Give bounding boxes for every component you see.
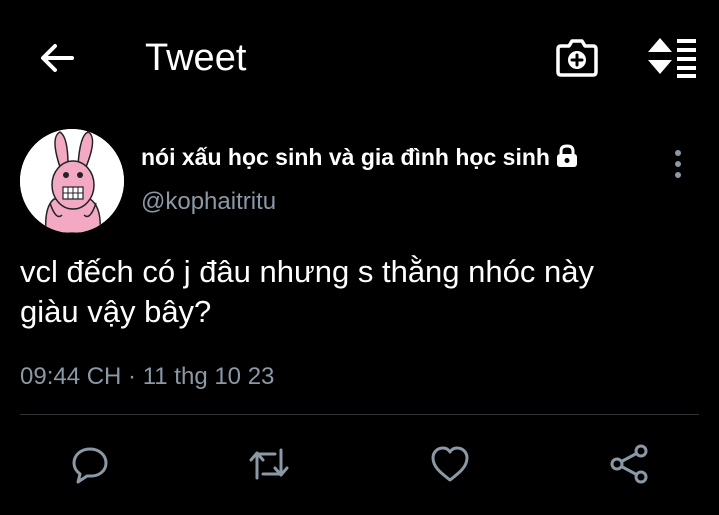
author-display-name[interactable]: nói xấu học sinh và gia đình học sinh [141,142,580,175]
pink-bunny-avatar-icon [20,129,124,233]
more-options-button[interactable] [662,146,694,182]
top-app-bar: Tweet [0,0,719,115]
arrow-left-icon [41,44,74,72]
share-button[interactable] [608,442,652,486]
back-button[interactable] [30,36,82,80]
divider [20,414,699,415]
author-display-name-text: nói xấu học sinh và gia đình học sinh [141,144,550,170]
sort-list-icon [648,38,696,78]
author-handle[interactable]: @kophaitritu [141,187,276,217]
page-title: Tweet [145,37,247,79]
camera-plus-icon [556,39,598,77]
retweet-button[interactable] [247,442,291,486]
sort-button[interactable] [644,34,700,80]
like-icon [431,446,469,482]
tweet-text-line: giàu vậy bây? [20,294,212,329]
retweet-icon [249,448,289,480]
tweet-timestamp[interactable]: 09:44 CH · 11 thg 10 23 [20,362,274,392]
more-vertical-icon [675,150,681,178]
tweet-text: vcl đếch có j đâu nhưng s thằng nhóc này… [20,252,700,332]
lock-icon [554,144,580,175]
avatar[interactable] [20,129,124,233]
camera-button[interactable] [552,36,602,80]
reply-icon [72,447,108,484]
share-icon [610,444,648,484]
like-button[interactable] [428,442,472,486]
tweet-text-line: vcl đếch có j đâu nhưng s thằng nhóc này [20,254,594,289]
reply-button[interactable] [68,442,112,486]
